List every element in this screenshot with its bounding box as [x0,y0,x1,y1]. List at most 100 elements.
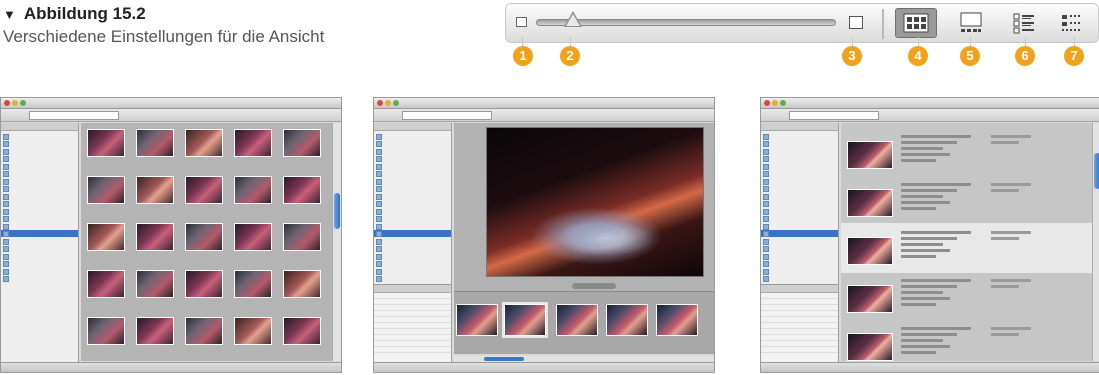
folder-item[interactable] [1,155,78,163]
folder-item[interactable] [761,132,838,140]
slider-thumb[interactable] [564,11,582,27]
thumbnail-image[interactable] [234,176,272,204]
folder-item[interactable] [761,267,838,275]
folder-item[interactable] [761,222,838,230]
filmstrip-thumbnail[interactable] [456,304,498,336]
folder-item[interactable] [374,245,451,253]
folder-item[interactable] [374,215,451,223]
folder-item[interactable] [1,260,78,268]
folder-item[interactable] [1,192,78,200]
thumbnail-image[interactable] [283,129,321,157]
thumbnail-grid-view-button[interactable] [895,8,937,38]
filmstrip-view-button[interactable] [950,8,992,38]
folder-item[interactable] [1,140,78,148]
folder-item[interactable] [761,170,838,178]
folder-item[interactable] [761,147,838,155]
folder-item[interactable] [761,245,838,253]
folder-item[interactable] [1,162,78,170]
folder-item[interactable] [1,252,78,260]
panel-tabs[interactable] [761,123,838,131]
small-thumbnail-icon[interactable] [516,17,527,27]
thumbnail-image[interactable] [185,129,223,157]
thumbnail-image[interactable] [136,129,174,157]
folder-item[interactable] [761,207,838,215]
folder-item[interactable] [374,207,451,215]
thumbnail-image[interactable] [87,270,125,298]
folder-item[interactable] [374,132,451,140]
folder-item[interactable] [374,267,451,275]
thumbnail-image[interactable] [136,176,174,204]
folder-item[interactable] [761,185,838,193]
folder-item[interactable] [1,222,78,230]
folder-item[interactable] [1,275,78,283]
thumbnail-image[interactable] [136,317,174,345]
vertical-scrollbar[interactable] [332,123,341,361]
thumbnail-image[interactable] [136,270,174,298]
list-row[interactable] [841,175,1092,225]
details-list-view-button[interactable] [1003,8,1045,38]
folder-item[interactable] [374,222,451,230]
folder-item[interactable] [374,275,451,283]
filmstrip-thumbnail[interactable] [606,304,648,336]
thumbnail-image[interactable] [87,317,125,345]
folder-item[interactable] [374,162,451,170]
folder-item[interactable] [374,177,451,185]
folder-item[interactable] [1,267,78,275]
panel-tabs[interactable] [1,123,78,131]
thumbnail-image[interactable] [283,317,321,345]
folder-item[interactable] [374,237,451,245]
thumbnail-image[interactable] [87,129,125,157]
folder-item[interactable] [761,237,838,245]
path-field[interactable] [789,111,879,120]
folder-item[interactable] [374,147,451,155]
list-row[interactable] [841,271,1092,321]
folder-item-selected[interactable] [374,229,451,237]
thumbnail-image[interactable] [283,270,321,298]
folder-item[interactable] [1,215,78,223]
folder-item[interactable] [374,200,451,208]
folder-item-selected[interactable] [761,229,838,237]
folder-item[interactable] [1,147,78,155]
folder-item[interactable] [1,200,78,208]
folder-item[interactable] [1,132,78,140]
folder-item[interactable] [1,237,78,245]
folder-item[interactable] [761,162,838,170]
folder-item[interactable] [374,170,451,178]
large-thumbnail-icon[interactable] [849,16,863,29]
folder-item[interactable] [374,252,451,260]
filmstrip-thumbnail-selected[interactable] [502,302,548,338]
thumbnail-image[interactable] [234,317,272,345]
path-field[interactable] [29,111,119,120]
folder-item[interactable] [374,260,451,268]
folder-item[interactable] [374,155,451,163]
thumbnail-image[interactable] [185,176,223,204]
thumbnail-image[interactable] [87,176,125,204]
thumbnail-image[interactable] [283,223,321,251]
thumbnail-image[interactable] [87,223,125,251]
folder-item[interactable] [374,185,451,193]
filmstrip-thumbnail[interactable] [556,304,598,336]
list-row[interactable] [841,127,1092,177]
thumbnail-image[interactable] [234,129,272,157]
thumbnail-image[interactable] [234,223,272,251]
list-row-selected[interactable] [841,223,1092,273]
panel-tabs[interactable] [374,123,451,131]
metadata-tabs[interactable] [374,285,451,293]
thumbnail-image[interactable] [136,223,174,251]
folder-item[interactable] [1,177,78,185]
folder-item[interactable] [761,200,838,208]
thumbnail-image[interactable] [185,270,223,298]
metadata-tabs[interactable] [761,285,838,293]
thumbnail-image[interactable] [234,270,272,298]
thumbnail-image[interactable] [185,223,223,251]
folder-item[interactable] [761,177,838,185]
folder-item[interactable] [1,185,78,193]
filmstrip-thumbnail[interactable] [656,304,698,336]
folder-item[interactable] [374,192,451,200]
path-field[interactable] [402,111,492,120]
folder-item[interactable] [761,215,838,223]
thumbnail-image[interactable] [185,317,223,345]
folder-item[interactable] [1,170,78,178]
folder-item[interactable] [761,155,838,163]
folder-item[interactable] [761,275,838,283]
